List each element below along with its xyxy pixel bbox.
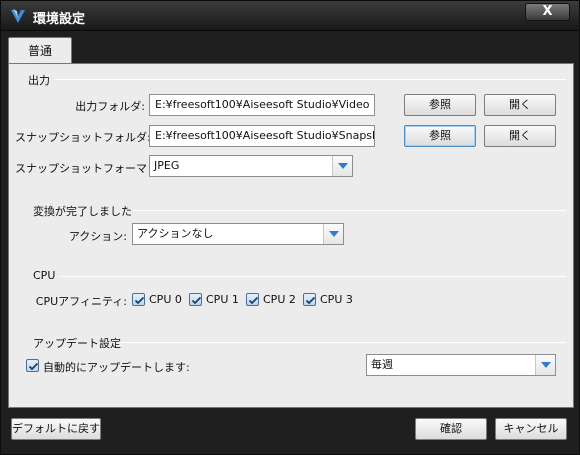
cpu0-checkbox[interactable] xyxy=(132,293,145,306)
cpu3-checkbox[interactable] xyxy=(303,293,316,306)
cpu-divider xyxy=(61,276,566,277)
snapshot-browse-button[interactable]: 参照 xyxy=(404,125,476,147)
tab-general[interactable]: 普通 xyxy=(8,37,72,64)
output-folder-field[interactable]: E:¥freesoft100¥Aiseesoft Studio¥Video xyxy=(149,94,375,116)
output-browse-button[interactable]: 参照 xyxy=(404,94,476,116)
snapshot-open-button[interactable]: 開く xyxy=(484,125,556,147)
cpu2-checkbox[interactable] xyxy=(246,293,259,306)
action-value: アクションなし xyxy=(137,227,214,240)
snapshot-folder-field[interactable]: E:¥freesoft100¥Aiseesoft Studio¥Snapshot xyxy=(149,125,375,147)
cpu1-checkbox[interactable] xyxy=(189,293,202,306)
action-label: アクション: xyxy=(68,230,127,243)
snapshot-folder-label: スナップショットフォルダ: xyxy=(15,131,151,144)
update-frequency-dropdown[interactable]: 毎週 xyxy=(366,354,556,376)
update-frequency-value: 毎週 xyxy=(371,358,393,371)
chevron-down-icon[interactable] xyxy=(535,355,555,375)
output-folder-label: 出力フォルダ: xyxy=(75,100,145,113)
chevron-down-icon[interactable] xyxy=(332,156,352,176)
action-dropdown[interactable]: アクションなし xyxy=(132,223,344,245)
cpu0-label: CPU 0 xyxy=(149,293,182,306)
ok-button[interactable]: 確認 xyxy=(415,418,487,440)
auto-update-checkbox[interactable] xyxy=(26,359,39,372)
cpu2-label: CPU 2 xyxy=(263,293,296,306)
output-divider xyxy=(54,79,566,80)
conversion-section-title: 変換が完了しました xyxy=(33,205,132,218)
chevron-down-icon[interactable] xyxy=(323,224,343,244)
output-section-title: 出力 xyxy=(28,74,50,87)
window-title: 環境設定 xyxy=(33,12,86,27)
title-bar[interactable]: 環境設定 X xyxy=(1,1,579,31)
snapshot-format-value: JPEG xyxy=(154,159,180,172)
cpu-affinity-label: CPUアフィニティ: xyxy=(35,295,127,308)
snapshot-format-dropdown[interactable]: JPEG xyxy=(149,155,353,177)
update-divider xyxy=(119,342,566,343)
snapshot-format-label: スナップショットフォーマット: xyxy=(15,162,173,175)
conversion-divider xyxy=(133,210,566,211)
update-section-title: アップデート設定 xyxy=(33,337,121,350)
reset-defaults-button[interactable]: デフォルトに戻す xyxy=(11,418,101,440)
app-logo-icon xyxy=(9,7,27,25)
preferences-window: 環境設定 X 普通 出力 出力フォルダ: E:¥freesoft100¥Aise… xyxy=(0,0,580,455)
close-button[interactable]: X xyxy=(525,3,570,21)
cpu-section-title: CPU xyxy=(33,269,56,282)
cpu3-label: CPU 3 xyxy=(320,293,353,306)
cancel-button[interactable]: キャンセル xyxy=(495,418,567,440)
settings-panel: 出力 出力フォルダ: E:¥freesoft100¥Aiseesoft Stud… xyxy=(8,63,574,408)
auto-update-label: 自動的にアップデートします: xyxy=(43,361,190,374)
output-open-button[interactable]: 開く xyxy=(484,94,556,116)
cpu1-label: CPU 1 xyxy=(206,293,239,306)
